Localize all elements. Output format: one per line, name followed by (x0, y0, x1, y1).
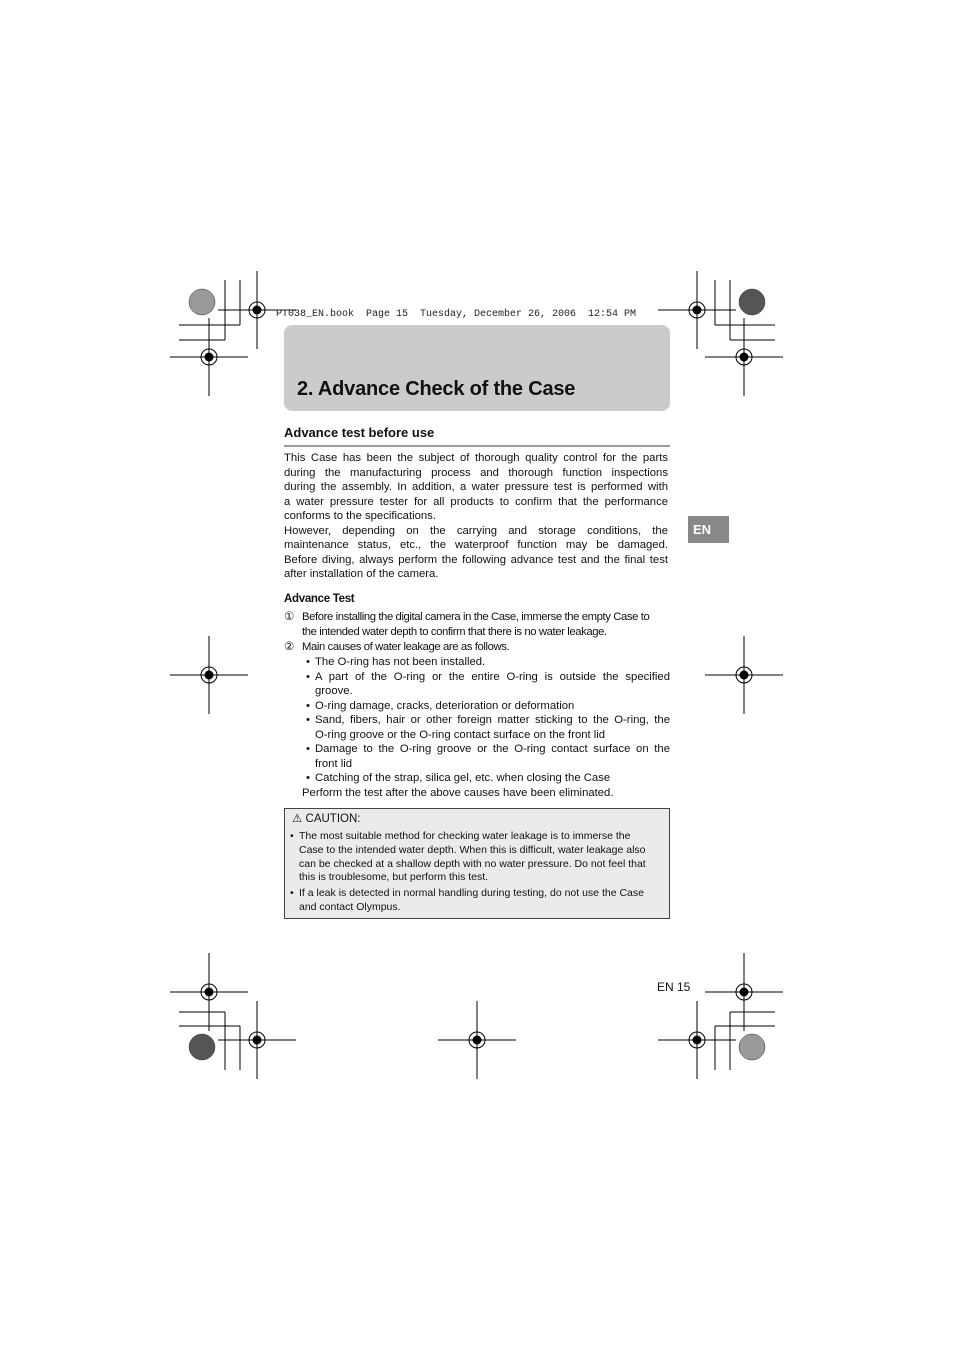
registration-dot (204, 352, 214, 362)
subheading: Advance Test (284, 593, 355, 605)
section-heading: Advance test before use (284, 425, 435, 440)
registration-dot (739, 987, 749, 997)
bullet: • (306, 699, 310, 712)
registration-dot (252, 305, 262, 315)
caution-text: this is troublesome, but perform this te… (299, 871, 489, 884)
caution-text: and contact Olympus. (299, 900, 401, 913)
caution-label: CAUTION: (305, 813, 361, 825)
bullet: • (290, 830, 294, 842)
registration-dot (472, 1035, 482, 1045)
caution-text: Case to the intended water depth. When t… (299, 843, 646, 856)
step-text: the intended water depth to confirm that… (302, 625, 607, 638)
registration-dot (204, 670, 214, 680)
color-target (188, 1033, 216, 1061)
caution-text: The most suitable method for checking wa… (299, 830, 631, 842)
step-marker: ② (284, 640, 295, 653)
bullet: • (306, 670, 310, 683)
text-line: maintenance status, etc., the waterproof… (284, 539, 668, 551)
registration-dot (252, 1035, 262, 1045)
cause-text: front lid (315, 757, 353, 770)
color-target (188, 288, 216, 316)
text-line: conforms to the specifications. (284, 510, 436, 522)
warning-triangle-icon: ⚠ (292, 813, 303, 825)
registration-dot (204, 987, 214, 997)
text-line: during the assembly. In addition, a wate… (284, 481, 668, 493)
bullet: • (306, 743, 310, 755)
step-marker: ① (284, 611, 295, 623)
page-number: EN 15 (657, 980, 691, 994)
cause-text: groove. (315, 685, 353, 697)
cause-text: The O-ring has not been installed. (315, 656, 486, 668)
color-target (738, 1033, 766, 1061)
language-tab: EN (688, 516, 729, 543)
bullet: • (306, 714, 310, 726)
step-text: Main causes of water leakage are as foll… (302, 640, 510, 653)
heading-rule (284, 445, 670, 447)
color-target (738, 288, 766, 316)
registration-dot (692, 305, 702, 315)
cause-text: Damage to the O-ring groove or the O-rin… (315, 743, 670, 755)
text-line: during the manufacturing process and tho… (284, 466, 668, 479)
caution-text: can be checked at a shallow depth with n… (299, 857, 646, 870)
cause-text: Sand, fibers, hair or other foreign matt… (315, 714, 670, 726)
text-line: Before diving, always perform the follow… (284, 553, 668, 566)
cause-text: O-ring groove or the O-ring contact surf… (315, 728, 606, 741)
closing-line: Perform the test after the above causes … (302, 786, 614, 799)
caution-box: ⚠ CAUTION: • The most suitable method for… (284, 808, 670, 919)
print-slug: PT038_EN.book Page 15 Tuesday, December … (276, 309, 637, 320)
text-line: after installation of the camera. (284, 568, 439, 580)
page-title: 2. Advance Check of the Case (297, 378, 576, 400)
text-line: a water pressure tester for all products… (284, 495, 668, 508)
registration-dot (739, 670, 749, 680)
caution-text: If a leak is detected in normal handling… (299, 886, 644, 899)
caution-heading: ⚠ CAUTION: (292, 813, 360, 827)
cause-text: Catching of the strap, silica gel, etc. … (315, 772, 611, 784)
text-line: However, depending on the carrying and s… (284, 524, 668, 537)
text-line: This Case has been the subject of thorou… (284, 452, 668, 464)
registration-dot (692, 1035, 702, 1045)
bullet: • (290, 886, 294, 899)
registration-dot (739, 352, 749, 362)
step-text: Before installing the digital camera in … (302, 611, 650, 623)
bullet: • (306, 772, 310, 784)
cause-text: O-ring damage, cracks, deterioration or … (315, 699, 575, 712)
bullet: • (306, 656, 310, 668)
cause-text: A part of the O-ring or the entire O-rin… (315, 670, 670, 683)
